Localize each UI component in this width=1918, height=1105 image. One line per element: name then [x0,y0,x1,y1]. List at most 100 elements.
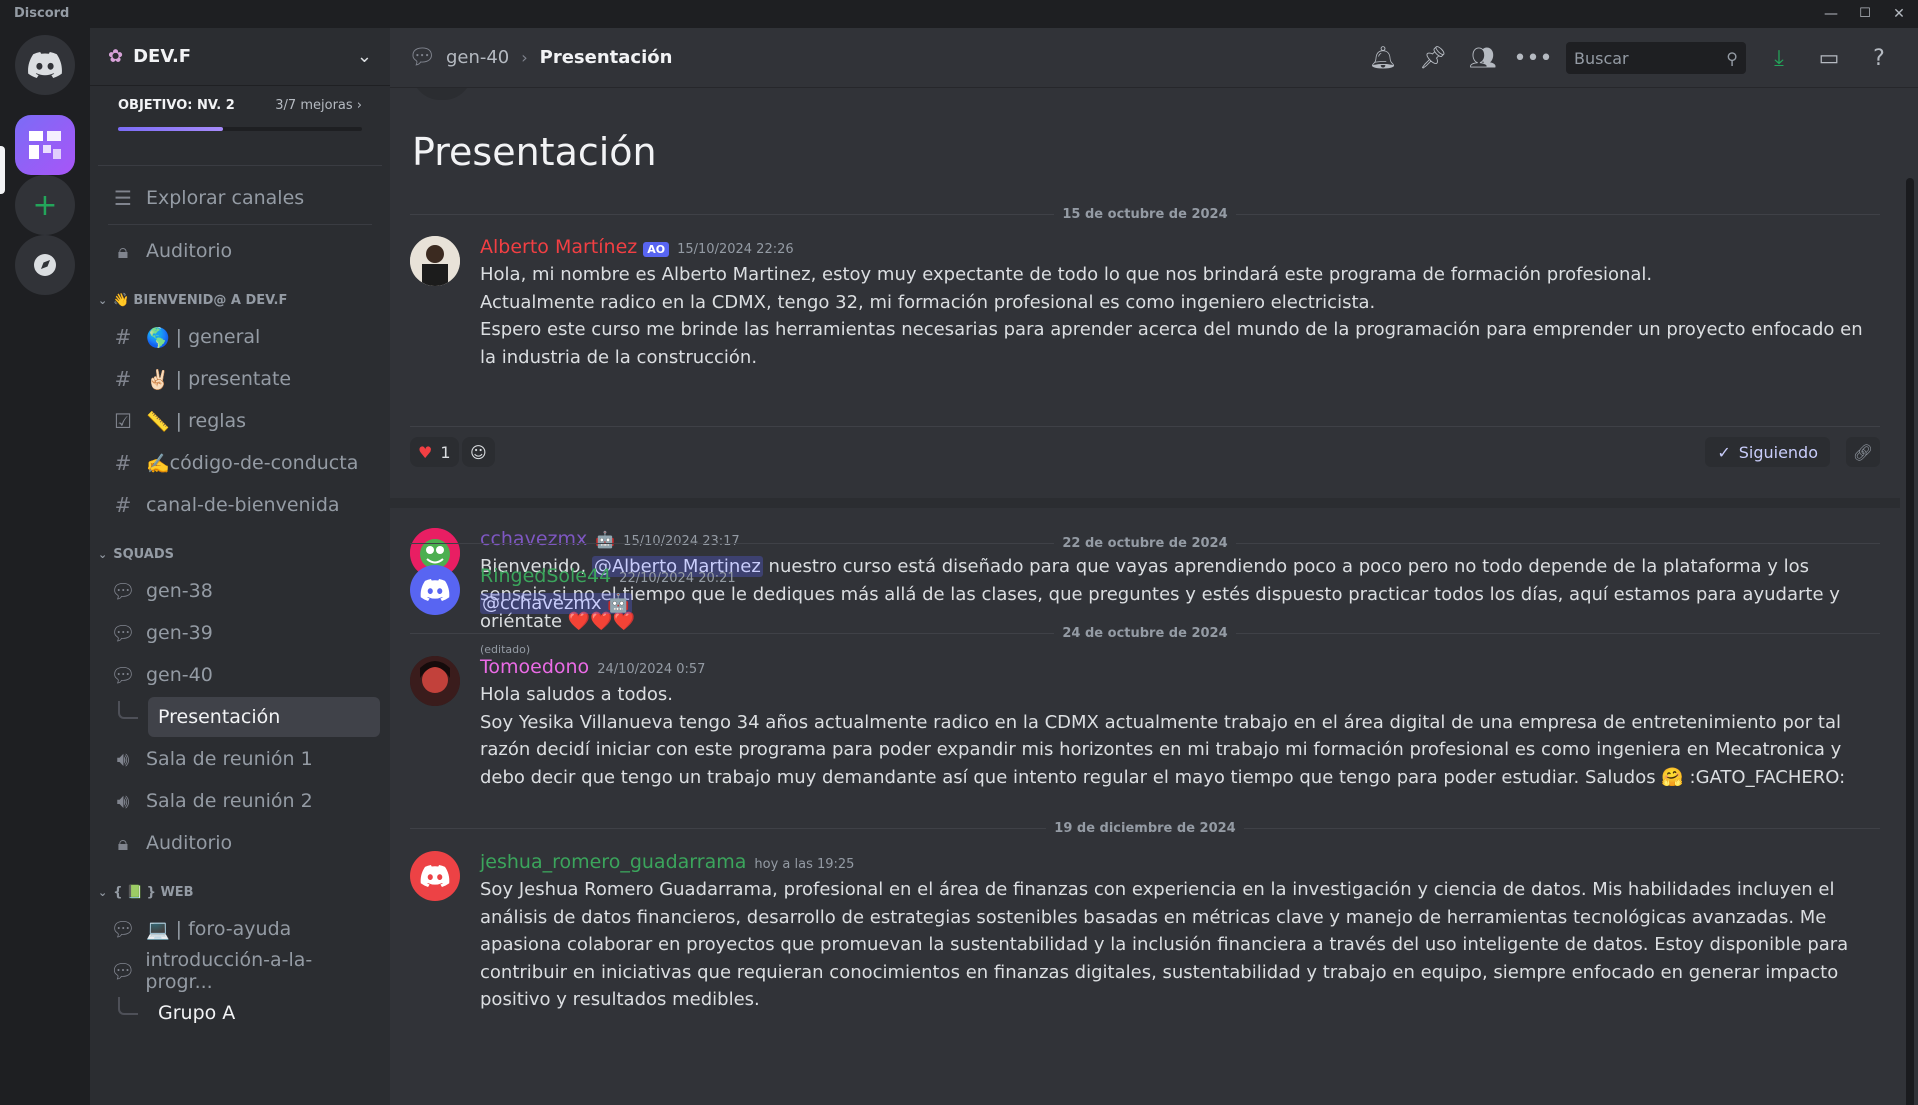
author-name[interactable]: Tomoedono [480,656,589,678]
channel-gen-38[interactable]: 💬︎ gen-38 [100,571,380,611]
minimize-button[interactable]: — [1814,2,1848,26]
author-name[interactable]: RingedSole44 [480,565,611,587]
close-button[interactable]: ✕ [1882,2,1916,26]
channel-label: canal-de-bienvenida [146,494,340,516]
heart-icon: ♥ [418,442,433,462]
app-title: Discord [14,6,70,21]
top-bar: 💬︎ gen-40 › Presentación 🔔︎ 📌︎ 👥︎ ••• Bu… [390,28,1918,88]
discord-logo-icon [28,52,62,78]
follow-label: Siguiendo [1738,442,1818,462]
channel-gen-40[interactable]: 💬︎ gen-40 [100,655,380,695]
forum-icon: 💬︎ [110,579,136,603]
thread-presentacion[interactable]: Presentación [148,697,380,737]
copy-link-button[interactable]: 🔗︎ [1846,437,1880,467]
date-divider: 24 de octubre de 2024 [410,623,1881,643]
follow-button[interactable]: ✓ Siguiendo [1705,437,1830,467]
forum-icon: 💬︎ [110,621,136,645]
list-search-icon: ☰ [114,186,132,210]
author-name[interactable]: Alberto Martínez [480,236,637,258]
hashtag-icon: # [114,451,132,475]
forum-icon: 💬︎ [408,45,436,70]
channel-codigo-de-conducta[interactable]: # ✍️ código-de-conducta [100,443,380,483]
voice-sala-1[interactable]: 🔊︎ Sala de reunión 1 [100,739,380,779]
download-icon[interactable]: ⤓ [1761,40,1797,76]
message-content: Soy Jeshua Romero Guadarrama, profesiona… [480,879,1849,1010]
server-rail: + [0,28,90,1105]
explore-channels[interactable]: ☰ Explorar canales [100,178,380,218]
message-content: @cchavezmx 🤖 [480,590,1870,618]
channel-canal-de-bienvenida[interactable]: # canal-de-bienvenida [100,485,380,525]
channel-auditorio[interactable]: 🔒︎ Auditorio [100,823,380,863]
members-icon[interactable]: 👥︎ [1465,40,1501,76]
category-emoji: 👋 [113,292,130,308]
channel-gen-39[interactable]: 💬︎ gen-39 [100,613,380,653]
user-mention[interactable]: @cchavezmx 🤖 [480,593,632,614]
avatar[interactable] [410,851,460,901]
message-content: Hola, mi nombre es Alberto Martinez, est… [480,261,1870,371]
hashtag-icon: # [114,325,132,349]
message-line: Hola, mi nombre es Alberto Martinez, est… [480,264,1653,285]
search-icon: ⚲ [1726,48,1738,68]
channel-introduccion[interactable]: 💬︎ introducción-a-la-progr... [100,949,380,993]
channel-presentate[interactable]: # ✌🏻 | presentate [100,359,380,399]
add-reaction-button[interactable]: ☺ [462,437,495,467]
search-input[interactable]: Buscar ⚲ [1566,42,1746,74]
channel-label: código-de-conducta [169,452,359,474]
inbox-icon[interactable]: ▭ [1811,40,1847,76]
scrollbar[interactable] [1906,178,1914,1105]
discord-home-button[interactable] [15,35,75,95]
thread-label: Grupo A [158,1002,236,1024]
lock-icon: 🔒︎ [117,831,129,855]
maximize-button[interactable]: ☐ [1848,2,1882,26]
server-icon-devf[interactable] [15,115,75,175]
category-label: SQUADS [113,546,175,562]
channel-emoji: 📏 [146,410,170,433]
thread-label: Presentación [158,706,281,728]
channel-label: introducción-a-la-progr... [145,949,313,993]
channel-foro-ayuda[interactable]: 💬︎ 💻 | foro-ayuda [100,909,380,949]
category-web[interactable]: ⌄ { 📗 } WEB [90,877,390,907]
post-title: Presentación [412,130,657,174]
thread-grupo-a[interactable]: Grupo A [148,993,380,1033]
help-icon[interactable]: ? [1861,40,1897,76]
avatar[interactable] [410,565,460,615]
pin-icon[interactable]: 📌︎ [1415,40,1451,76]
post-separator [390,498,1900,508]
boost-goal[interactable]: OBJETIVO: NV. 2 3/7 mejoras › [98,86,382,166]
channel-sidebar: ✿ DEV.F ⌄ OBJETIVO: NV. 2 3/7 mejoras › … [90,28,390,1105]
category-label: BIENVENID@ A DEV.F [133,292,288,308]
server-header[interactable]: ✿ DEV.F ⌄ [90,28,390,86]
thread-connector [118,997,138,1015]
channel-general[interactable]: # 🌎 | general [100,317,380,357]
lock-icon: 🔒︎ [117,239,129,263]
voice-sala-2[interactable]: 🔊︎ Sala de reunión 2 [100,781,380,821]
avatar[interactable] [410,656,460,706]
server-boost-icon: ✿ [108,46,124,67]
category-squads[interactable]: ⌄ SQUADS [90,539,390,569]
channel-label: | foro-ayuda [175,918,292,940]
add-server-button[interactable]: + [15,175,75,235]
active-server-indicator [0,146,5,194]
author-name[interactable]: jeshua_romero_guadarrama [480,851,746,873]
chevron-right-icon: › [521,48,528,67]
channel-auditorio-top[interactable]: 🔒︎ Auditorio [100,231,380,271]
avatar[interactable] [410,236,460,286]
more-icon[interactable]: ••• [1514,40,1553,76]
channel-reglas[interactable]: ☑ 📏 | reglas [100,401,380,441]
timestamp: 15/10/2024 22:26 [677,242,794,257]
channel-label: | presentate [175,368,292,390]
category-bienvenida[interactable]: ⌄ 👋 BIENVENID@ A DEV.F [90,285,390,315]
date-divider: 22 de octubre de 2024 [410,533,1881,553]
reaction-heart[interactable]: ♥ 1 [410,437,459,467]
explore-servers-button[interactable] [15,235,75,295]
main-panel: 💬︎ gen-40 › Presentación 🔔︎ 📌︎ 👥︎ ••• Bu… [390,28,1918,1105]
divider [108,224,372,225]
avatar-image [410,236,460,286]
message-line: Espero este curso me brinde las herramie… [480,319,1863,368]
channel-emoji: ✌🏻 [146,368,170,391]
breadcrumb-channel[interactable]: gen-40 [446,47,509,68]
bell-icon[interactable]: 🔔︎ [1365,40,1401,76]
date-divider: 19 de diciembre de 2024 [410,818,1881,838]
title-bar: Discord — ☐ ✕ [0,0,1918,28]
speaker-icon: 🔊︎ [116,747,130,771]
